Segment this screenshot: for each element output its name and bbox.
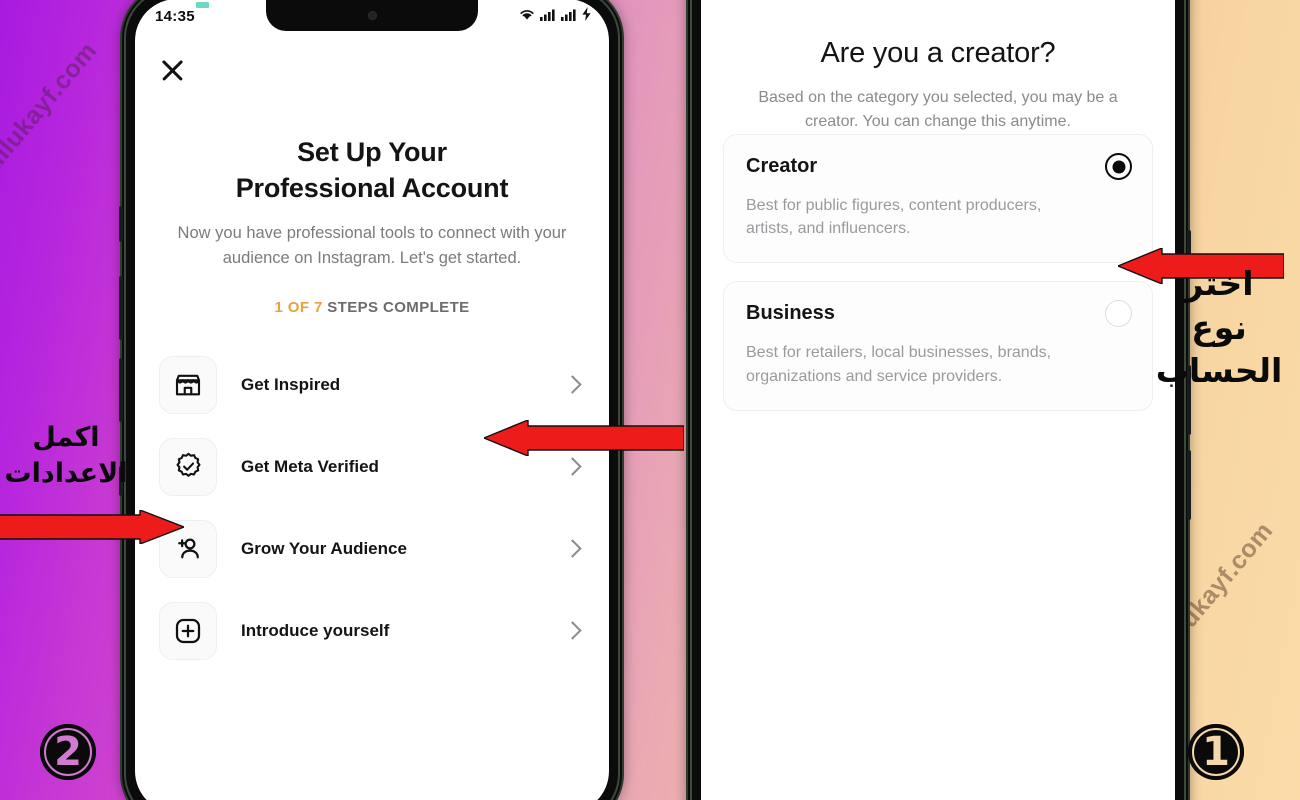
storefront-icon <box>159 355 217 414</box>
phone-silent-switch[interactable] <box>119 206 123 242</box>
chevron-right-icon <box>563 621 582 641</box>
chevron-right-icon <box>563 375 582 395</box>
badge-number: 1 <box>1202 729 1230 775</box>
chevron-right-icon <box>563 457 582 477</box>
annotation-text-left: اكمل الاعدادات <box>2 420 130 491</box>
annotation-right-line1: اختر <box>1184 264 1254 303</box>
front-camera-icon <box>367 10 377 20</box>
step-badge-one: 1 <box>1188 724 1244 780</box>
list-item-label: Grow Your Audience <box>241 538 407 558</box>
step-badge-two: 2 <box>40 724 96 780</box>
phone-screen-right: Are you a creator? Based on the category… <box>701 0 1175 800</box>
steps-progress-suffix: STEPS COMPLETE <box>322 298 470 316</box>
creator-question-title: Are you a creator? <box>820 37 1056 69</box>
annotation-left-line2: الاعدادات <box>4 457 128 489</box>
phone-notch <box>266 0 478 31</box>
option-title: Creator <box>746 155 818 177</box>
battery-charging-icon <box>582 7 591 25</box>
list-item-label: Get Meta Verified <box>241 456 379 476</box>
creator-question-subtitle: Based on the category you selected, you … <box>758 89 1118 130</box>
account-option-business[interactable]: Business Best for retailers, local busin… <box>723 281 1153 411</box>
list-item-get-inspired[interactable]: Get Inspired <box>135 344 609 426</box>
annotation-text-right: اختر نوع الحساب <box>1144 262 1294 393</box>
annotation-left-line1: اكمل <box>32 422 100 453</box>
annotation-arrow-to-phone-left <box>484 420 684 456</box>
phone-volume-down-button[interactable] <box>1187 450 1191 520</box>
wifi-icon <box>519 8 535 25</box>
option-title: Business <box>746 302 835 325</box>
option-description: Best for retailers, local businesses, br… <box>746 344 1052 385</box>
page-title: Set Up Your Professional Account <box>135 135 609 207</box>
list-item-label: Get Inspired <box>241 374 341 394</box>
page-subtitle: Now you have professional tools to conne… <box>177 223 567 267</box>
list-item-grow-your-audience[interactable]: Grow Your Audience <box>135 508 609 590</box>
list-item-label: Introduce yourself <box>241 620 390 640</box>
screenshot-stage: dalilukayf.com dalilukayf.com Are you a … <box>0 0 1300 800</box>
steps-progress-count: 1 OF 7 <box>274 298 323 316</box>
phone-mockup-left: 14:35 Set Up Your Professional Account N… <box>119 0 622 800</box>
status-bar: 14:35 <box>135 0 609 33</box>
page-title-line1: Set Up Your <box>297 137 447 167</box>
badge-number: 2 <box>54 729 82 775</box>
watermark-left: dalilukayf.com <box>0 36 103 194</box>
account-option-creator[interactable]: Creator Best for public figures, content… <box>723 134 1153 264</box>
page-title-line2: Professional Account <box>235 172 509 203</box>
chevron-right-icon <box>563 539 582 559</box>
steps-progress-text: 1 OF 7 STEPS COMPLETE <box>135 299 609 316</box>
plus-square-icon <box>159 601 217 660</box>
signal-bars-icon <box>561 8 577 25</box>
setup-task-list: Get Inspired Get Meta Verified Grow Your… <box>135 344 609 672</box>
phone-volume-up-button[interactable] <box>119 276 123 340</box>
annotation-arrow-to-get-meta-verified <box>0 510 184 544</box>
phone-mockup-right: Are you a creator? Based on the category… <box>688 0 1191 800</box>
phone-screen-left: 14:35 Set Up Your Professional Account N… <box>135 0 609 800</box>
list-item-introduce-yourself[interactable]: Introduce yourself <box>135 590 609 672</box>
verified-badge-icon <box>159 437 217 496</box>
signal-bars-icon <box>540 8 556 25</box>
annotation-right-line3: الحساب <box>1155 351 1283 391</box>
phone-volume-down-button[interactable] <box>119 358 123 422</box>
radio-creator-selected[interactable] <box>1105 153 1132 180</box>
annotation-right-line2: نوع <box>1191 307 1247 347</box>
option-description: Best for public figures, content produce… <box>746 197 1042 238</box>
close-icon[interactable] <box>157 55 187 85</box>
status-bar-time: 14:35 <box>155 1 209 25</box>
